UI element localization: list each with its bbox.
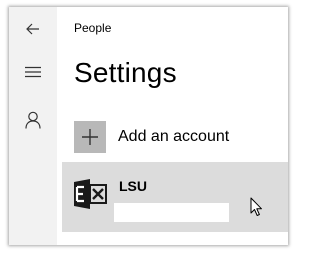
account-name: LSU — [119, 178, 147, 194]
add-account-button[interactable]: Add an account — [74, 121, 229, 153]
add-account-label: Add an account — [118, 128, 230, 145]
back-button[interactable] — [9, 9, 57, 49]
nav-rail — [9, 7, 57, 245]
person-icon — [25, 111, 41, 129]
people-settings-window: People Settings Add an account LSU — [9, 7, 288, 245]
exchange-icon — [72, 178, 108, 210]
hamburger-menu-icon — [25, 66, 41, 78]
page-title: Settings — [74, 57, 177, 88]
app-title: People — [74, 21, 112, 35]
account-email-field — [114, 203, 229, 222]
plus-icon — [74, 121, 106, 153]
mouse-cursor-icon — [250, 197, 262, 216]
menu-button[interactable] — [9, 52, 57, 92]
account-nav-button[interactable] — [9, 100, 57, 140]
back-arrow-icon — [26, 23, 39, 35]
